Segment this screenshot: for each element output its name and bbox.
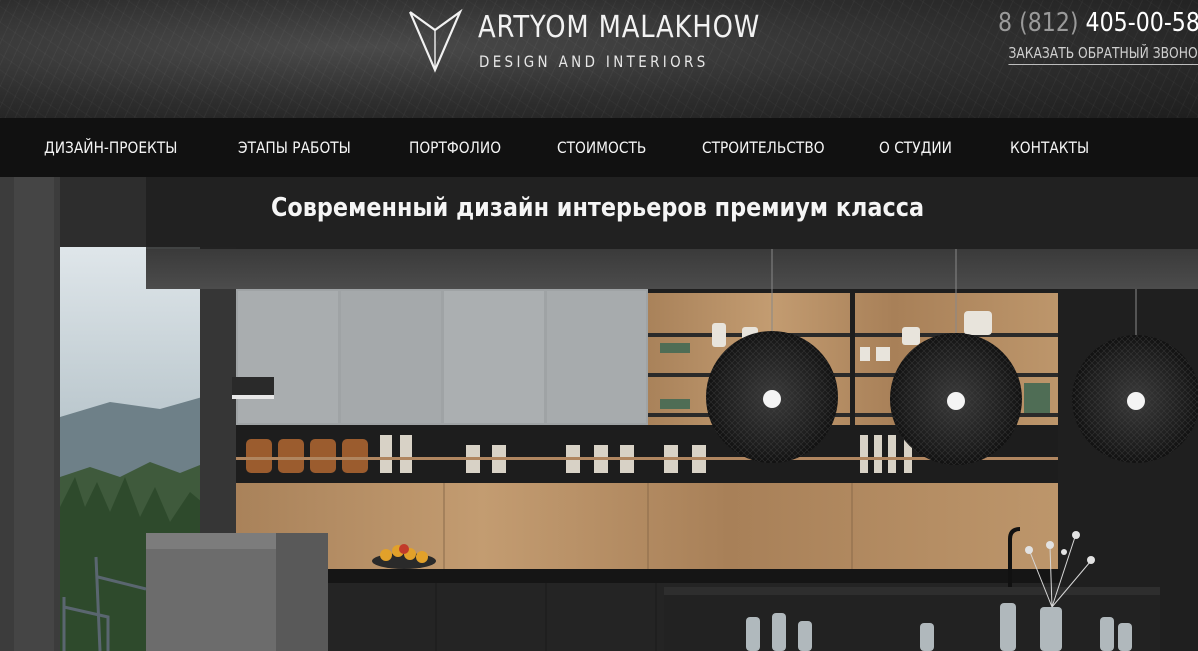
nav-item-portfolio[interactable]: ПОРТФОЛИО: [409, 118, 501, 177]
brand-tagline: DESIGN AND INTERIORS: [479, 52, 709, 71]
nav-item-contacts[interactable]: КОНТАКТЫ: [1010, 118, 1089, 177]
nav-item-pricing[interactable]: СТОИМОСТЬ: [557, 118, 646, 177]
nav-item-about[interactable]: О СТУДИИ: [879, 118, 952, 177]
brand-name: ARTYOM MALAKHOW: [478, 10, 761, 45]
site-header: ARTYOM MALAKHOW DESIGN AND INTERIORS 8 (…: [0, 0, 1198, 118]
hero-banner: Современный дизайн интерьеров премиум кл…: [0, 177, 1198, 651]
main-nav: ДИЗАЙН-ПРОЕКТЫ ЭТАПЫ РАБОТЫ ПОРТФОЛИО СТ…: [0, 118, 1198, 177]
hero-headline: Современный дизайн интерьеров премиум кл…: [271, 193, 925, 223]
nav-item-design-projects[interactable]: ДИЗАЙН-ПРОЕКТЫ: [44, 118, 177, 177]
nav-item-work-stages[interactable]: ЭТАПЫ РАБОТЫ: [238, 118, 351, 177]
logo[interactable]: ARTYOM MALAKHOW DESIGN AND INTERIORS: [406, 6, 759, 76]
contact-block: 8 (812) 405-00-58 ЗАКАЗАТЬ ОБРАТНЫЙ ЗВОН…: [965, 8, 1198, 65]
phone-number[interactable]: 8 (812) 405-00-58: [998, 8, 1198, 38]
nav-item-construction[interactable]: СТРОИТЕЛЬСТВО: [702, 118, 825, 177]
logo-arrow-icon: [408, 8, 463, 73]
callback-link[interactable]: ЗАКАЗАТЬ ОБРАТНЫЙ ЗВОНОК: [1008, 44, 1198, 65]
phone-digits: 405-00-58: [1085, 8, 1198, 38]
phone-code: 8 (812): [998, 8, 1079, 38]
